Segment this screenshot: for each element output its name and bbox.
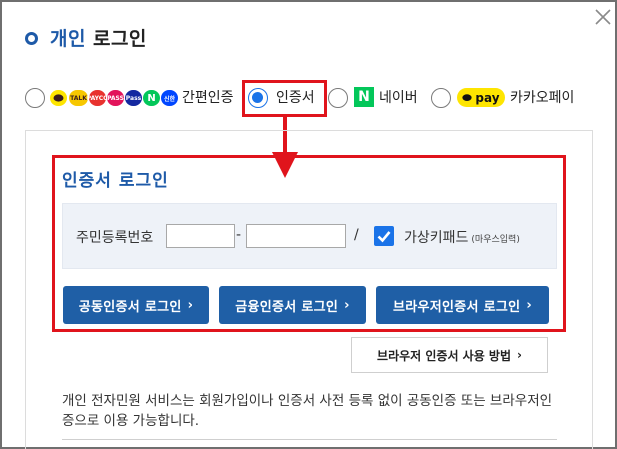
browser-certificate-guide-button[interactable]: 브라우저 인증서 사용 방법 ›: [351, 337, 548, 373]
payco-icon: PAYCO: [87, 90, 108, 106]
naver-icon: N: [143, 90, 160, 106]
close-icon[interactable]: [592, 6, 614, 28]
chevron-right-icon: ›: [344, 297, 350, 313]
separator-slash: /: [354, 227, 359, 243]
dialog-title: 개인 로그인: [25, 24, 147, 50]
certificate-login-title: 인증서 로그인: [62, 171, 169, 191]
option-label-certificate: 인증서: [276, 90, 315, 106]
title-accent: 개인: [50, 27, 86, 50]
virtual-keypad-checkbox[interactable]: [374, 226, 394, 246]
browser-certificate-login-label: 브라우저인증서 로그인: [392, 299, 521, 315]
pass-icon: PASS: [107, 90, 124, 106]
chevron-right-icon: ›: [517, 348, 522, 362]
title-rest: 로그인: [92, 27, 147, 50]
naver-logo-icon: N: [354, 87, 374, 107]
chevron-right-icon: ›: [526, 297, 533, 313]
radio-certificate[interactable]: [248, 88, 268, 108]
resident-number-dash: -: [236, 227, 242, 243]
option-label-naver: 네이버: [379, 90, 418, 106]
title-bullet-icon: [25, 31, 38, 45]
financial-certificate-login-button[interactable]: 금융인증서 로그인 ›: [219, 286, 366, 324]
radio-simple-auth[interactable]: [25, 88, 45, 108]
browser-certificate-login-button[interactable]: 브라우저인증서 로그인 ›: [376, 286, 549, 324]
chevron-right-icon: ›: [187, 297, 194, 313]
talk-icon: TALK: [69, 90, 88, 106]
resident-number-first-input[interactable]: [166, 224, 235, 248]
radio-naver[interactable]: [328, 88, 348, 108]
resident-number-second-input[interactable]: [246, 224, 346, 248]
virtual-keypad-subtext: (마우스입력): [471, 235, 520, 245]
kakaopay-logo-text: pay: [475, 90, 500, 105]
browser-certificate-guide-label: 브라우저 인증서 사용 방법: [377, 348, 512, 363]
joint-certificate-login-button[interactable]: 공동인증서 로그인 ›: [63, 286, 209, 324]
radio-kakaopay[interactable]: [431, 88, 451, 108]
virtual-keypad-label: 가상키패드 (마우스입력): [404, 227, 520, 247]
financial-certificate-login-label: 금융인증서 로그인: [235, 299, 339, 315]
service-description: 개인 전자민원 서비스는 회원가입이나 인증서 사전 등록 없이 공동인증 또는…: [62, 393, 553, 429]
option-label-kakaopay: 카카오페이: [510, 90, 575, 106]
kakao-icon: [50, 90, 67, 106]
samsung-pass-icon: Pass: [125, 90, 142, 106]
shinhan-icon: 신한: [161, 90, 178, 106]
kakaopay-logo-icon: pay: [457, 88, 505, 107]
joint-certificate-login-label: 공동인증서 로그인: [78, 299, 182, 315]
option-label-simple-auth: 간편인증: [182, 90, 234, 106]
virtual-keypad-text: 가상키패드: [404, 230, 469, 246]
divider: [62, 439, 557, 440]
resident-number-label: 주민등록번호: [76, 230, 154, 246]
